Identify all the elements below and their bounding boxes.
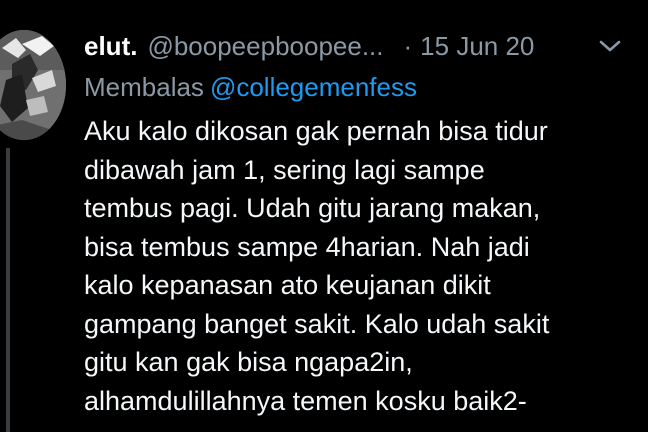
thread-line	[6, 148, 10, 432]
tweet-text-line: gitu kan gak bisa ngapa2in,	[84, 347, 413, 377]
more-options-button[interactable]	[596, 36, 624, 56]
tweet-text-line: Aku kalo dikosan gak pernah bisa tidur	[84, 116, 548, 146]
tweet-text-line: alhamdulillahnya temen kosku baik2-	[84, 385, 527, 416]
tweet-text-line: dibawah jam 1, sering lagi sampe	[84, 154, 485, 185]
avatar[interactable]	[0, 30, 66, 140]
tweet-text-line: bisa tembus sampe 4harian. Nah jadi	[84, 231, 530, 262]
tweet-header: elut. @boopeepboopee... · 15 Jun 20	[84, 28, 534, 64]
tweet-date[interactable]: 15 Jun 20	[420, 28, 534, 64]
tweet[interactable]: elut. @boopeepboopee... · 15 Jun 20 Memb…	[0, 0, 648, 432]
author-handle[interactable]: @boopeepboopee...	[147, 28, 383, 64]
reply-label: Membalas	[84, 72, 204, 102]
separator-dot: ·	[403, 31, 413, 61]
tweet-text-line: kalo kepanasan ato keujanan dikit	[84, 270, 491, 300]
tweet-text-line: gampang banget sakit. Kalo udah sakit	[84, 308, 550, 339]
profile-photo-icon	[0, 30, 66, 140]
tweet-text: Aku kalo dikosan gak pernah bisa tidur d…	[84, 112, 644, 420]
reply-context: Membalas @collegemenfess	[84, 69, 417, 105]
tweet-text-line: tembus pagi. Udah gitu jarang makan,	[84, 193, 541, 223]
author-display-name[interactable]: elut.	[84, 28, 137, 64]
chevron-down-icon	[599, 40, 621, 52]
reply-mention-link[interactable]: @collegemenfess	[210, 72, 417, 102]
